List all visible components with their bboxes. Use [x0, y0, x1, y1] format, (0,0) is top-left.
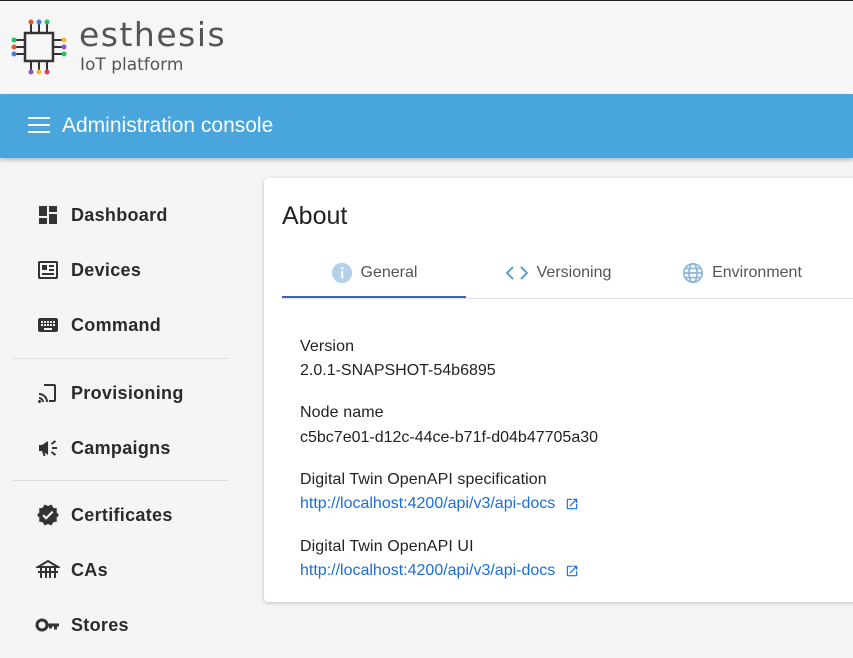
- brand-subtitle: IoT platform: [80, 55, 184, 75]
- sidebar-item-label: Dashboard: [71, 204, 168, 225]
- sidebar-item-label: CAs: [71, 559, 108, 580]
- sidebar-item-label: Certificates: [71, 504, 173, 525]
- node-name-label: Node name: [300, 404, 384, 421]
- sidebar-item-devices[interactable]: Devices: [34, 252, 141, 288]
- app-toolbar: Administration console: [0, 94, 853, 158]
- cast-icon: [34, 379, 62, 407]
- openapi-spec-link[interactable]: http://localhost:4200/api/v3/api-docs: [300, 495, 579, 513]
- sidebar-item-cas[interactable]: CAs: [34, 552, 108, 588]
- sidebar-item-label: Devices: [71, 259, 142, 280]
- tab-label: Versioning: [536, 264, 612, 281]
- openapi-ui-link-text: http://localhost:4200/api/v3/api-docs: [300, 562, 556, 579]
- sidebar-item-label: Command: [71, 314, 162, 335]
- about-card: About General Versioning Environment Ver…: [264, 178, 853, 602]
- sidebar: Dashboard Devices Command Provisioning C…: [0, 160, 240, 658]
- page-title: About: [282, 202, 348, 230]
- openapi-ui-link[interactable]: http://localhost:4200/api/v3/api-docs: [300, 562, 579, 580]
- tab-versioning[interactable]: Versioning: [466, 250, 650, 296]
- brand-header: esthesis IoT platform: [0, 0, 853, 95]
- globe-icon: [682, 262, 704, 284]
- info-icon: [331, 262, 353, 284]
- toolbar-title: Administration console: [62, 114, 274, 137]
- node-name-value: c5bc7e01-d12c-44ce-b71f-d04b47705a30: [300, 429, 599, 446]
- sidebar-item-label: Provisioning: [71, 382, 184, 403]
- dashboard-icon: [34, 201, 62, 229]
- version-value: 2.0.1-SNAPSHOT-54b6895: [300, 362, 496, 379]
- sidebar-item-dashboard[interactable]: Dashboard: [34, 197, 168, 233]
- openapi-spec-label: Digital Twin OpenAPI specification: [300, 471, 547, 488]
- sidebar-item-provisioning[interactable]: Provisioning: [34, 375, 184, 411]
- sidebar-item-stores[interactable]: Stores: [34, 607, 129, 643]
- sidebar-divider: [13, 358, 228, 359]
- openapi-spec-link-text: http://localhost:4200/api/v3/api-docs: [300, 495, 556, 512]
- key-icon: [34, 611, 62, 639]
- tower-icon: [34, 556, 62, 584]
- sidebar-item-label: Campaigns: [71, 437, 171, 458]
- devices-icon: [34, 256, 62, 284]
- tab-label: Environment: [712, 264, 802, 281]
- tab-general[interactable]: General: [282, 250, 466, 298]
- code-icon: [505, 263, 529, 283]
- brand-name: esthesis: [79, 15, 227, 54]
- sidebar-item-label: Stores: [71, 614, 129, 635]
- tab-bar: General Versioning Environment: [282, 250, 853, 299]
- open-in-new-icon: [565, 564, 579, 578]
- openapi-ui-label: Digital Twin OpenAPI UI: [300, 538, 474, 555]
- open-in-new-icon: [565, 497, 579, 511]
- keyboard-icon: [34, 311, 62, 339]
- sidebar-divider: [13, 480, 228, 481]
- verified-icon: [34, 501, 62, 529]
- sidebar-item-command[interactable]: Command: [34, 307, 161, 343]
- menu-icon[interactable]: [28, 117, 50, 135]
- version-label: Version: [300, 338, 355, 355]
- tab-environment[interactable]: Environment: [650, 250, 834, 296]
- tab-label: General: [360, 264, 418, 281]
- chip-logo-icon: [11, 19, 67, 75]
- sidebar-item-certificates[interactable]: Certificates: [34, 497, 173, 533]
- sidebar-item-campaigns[interactable]: Campaigns: [34, 430, 171, 466]
- megaphone-icon: [34, 434, 62, 462]
